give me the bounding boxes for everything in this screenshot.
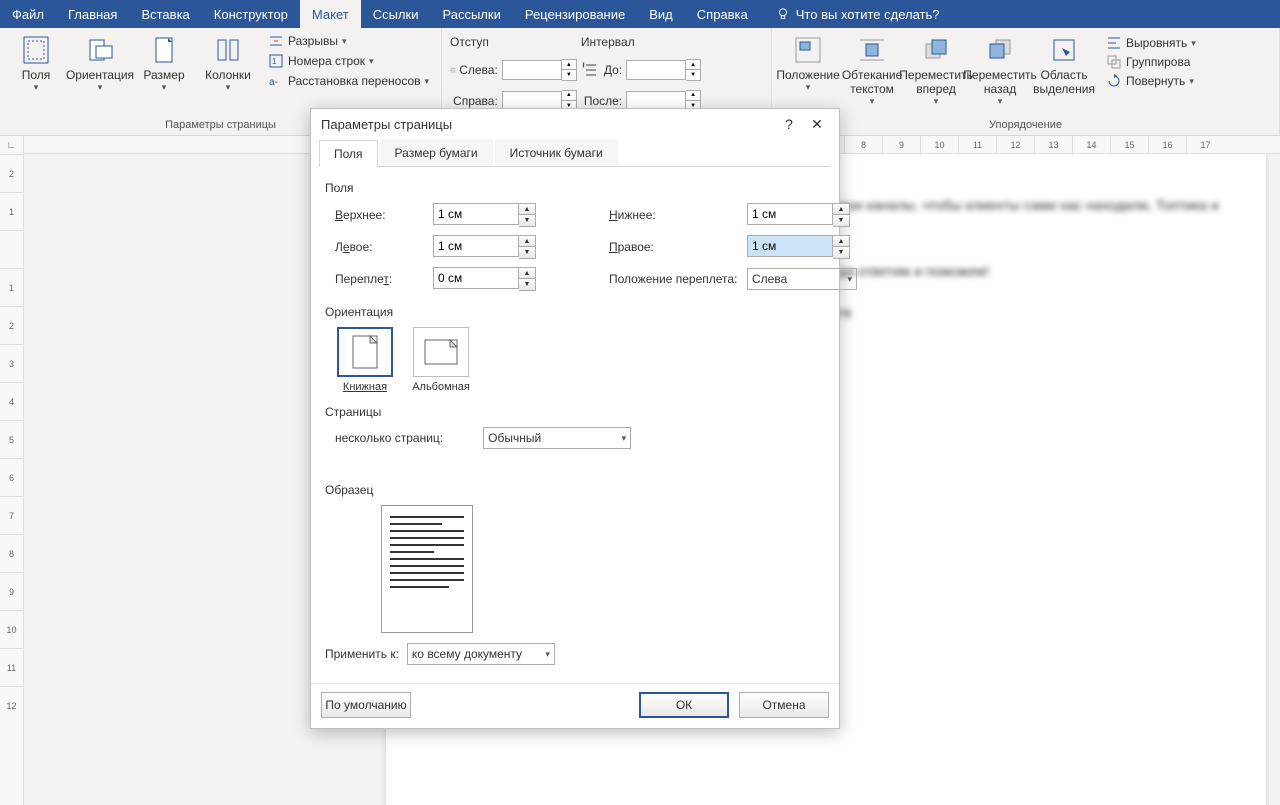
align-icon	[1106, 35, 1122, 51]
arrange-label: Упорядочение	[778, 117, 1273, 135]
bring-forward-button[interactable]: Переместить вперед▾	[906, 30, 966, 117]
landscape-icon	[424, 339, 458, 365]
tab-review[interactable]: Рецензирование	[513, 0, 637, 28]
selection-pane-icon	[1048, 34, 1080, 66]
breaks-icon	[268, 33, 284, 49]
dialog-tab-margins[interactable]: Поля	[319, 140, 378, 167]
tab-help[interactable]: Справка	[685, 0, 760, 28]
margin-bottom-input[interactable]: ▲▼	[747, 203, 867, 227]
align-button[interactable]: Выровнять ▾	[1104, 34, 1198, 52]
tab-references[interactable]: Ссылки	[361, 0, 431, 28]
dialog-title: Параметры страницы	[321, 117, 775, 132]
spacing-header: Интервал	[581, 35, 701, 51]
indent-left-icon	[450, 67, 456, 73]
gutter-input[interactable]: ▲▼	[433, 267, 553, 291]
gutter-label: Переплет:	[335, 272, 425, 286]
ruler-corner: ∟	[0, 136, 24, 154]
dialog-tab-source[interactable]: Источник бумаги	[495, 139, 618, 166]
rotate-button[interactable]: Повернуть ▾	[1104, 72, 1198, 90]
tab-design[interactable]: Конструктор	[202, 0, 300, 28]
spacing-before-input[interactable]: ▲▼	[626, 59, 701, 81]
spacing-before-icon	[581, 60, 601, 80]
tellme[interactable]: Что вы хотите сделать?	[760, 7, 940, 22]
tab-insert[interactable]: Вставка	[129, 0, 201, 28]
breaks-button[interactable]: Разрывы ▾	[264, 32, 433, 50]
indent-left-input[interactable]: ▲▼	[502, 59, 577, 81]
margins-icon	[20, 34, 52, 66]
section-pages: Страницы	[325, 405, 825, 419]
size-icon	[148, 34, 180, 66]
indent-right-label: Справа:	[450, 94, 498, 108]
orientation-button[interactable]: Ориентация▾	[70, 30, 130, 117]
svg-text:1: 1	[272, 57, 277, 66]
dialog-tab-paper[interactable]: Размер бумаги	[380, 139, 493, 166]
svg-text:a-: a-	[269, 77, 278, 88]
gutter-position-select[interactable]: Слева▾	[747, 268, 857, 290]
position-button[interactable]: Положение▾	[778, 30, 838, 117]
tab-layout[interactable]: Макет	[300, 0, 361, 28]
tab-home[interactable]: Главная	[56, 0, 129, 28]
menu-bar: Файл Главная Вставка Конструктор Макет С…	[0, 0, 1280, 28]
hyphenation-icon: a-	[268, 73, 284, 89]
indent-left-label: Слева:	[450, 63, 498, 77]
line-numbers-icon: 1	[268, 53, 284, 69]
bring-forward-icon	[920, 34, 952, 66]
lightbulb-icon	[776, 7, 790, 21]
send-backward-button[interactable]: Переместить назад▾	[970, 30, 1030, 117]
margin-right-input[interactable]: ▲▼	[747, 235, 867, 259]
tab-mailings[interactable]: Рассылки	[430, 0, 512, 28]
page-setup-dialog: Параметры страницы ? ✕ Поля Размер бумаг…	[310, 108, 840, 729]
section-margins: Поля	[325, 181, 825, 195]
tab-view[interactable]: Вид	[637, 0, 685, 28]
selection-pane-button[interactable]: Область выделения	[1034, 30, 1094, 117]
orientation-icon	[84, 34, 116, 66]
orientation-portrait[interactable]: Книжная	[335, 327, 395, 393]
margin-top-label: Верхнее:	[335, 208, 425, 222]
tellme-text: Что вы хотите сделать?	[796, 7, 940, 22]
size-button[interactable]: Размер▾	[134, 30, 194, 117]
set-default-button[interactable]: По умолчанию	[321, 692, 411, 718]
margin-left-input[interactable]: ▲▼	[433, 235, 553, 259]
section-sample: Образец	[325, 483, 825, 497]
wrap-text-button[interactable]: Обтекание текстом▾	[842, 30, 902, 117]
cancel-button[interactable]: Отмена	[739, 692, 829, 718]
margin-right-label: Правое:	[609, 240, 739, 254]
dialog-close-button[interactable]: ✕	[803, 112, 831, 136]
section-orientation: Ориентация	[325, 305, 825, 319]
rotate-icon	[1106, 73, 1122, 89]
margin-left-label: Левое:	[335, 240, 425, 254]
margin-bottom-label: Нижнее:	[609, 208, 739, 222]
vertical-ruler[interactable]: 2 1 1 2 3 4 5 6 7 8 9 10 11 12	[0, 154, 24, 805]
page-preview	[381, 505, 473, 633]
send-backward-icon	[984, 34, 1016, 66]
spacing-after-label: После:	[581, 94, 622, 108]
columns-icon	[212, 34, 244, 66]
apply-to-label: Применить к:	[325, 647, 399, 661]
tab-file[interactable]: Файл	[0, 0, 56, 28]
multi-pages-select[interactable]: Обычный▾	[483, 427, 631, 449]
dialog-help-button[interactable]: ?	[775, 112, 803, 136]
multi-pages-label: несколько страниц:	[335, 431, 443, 445]
spacing-before-label: До:	[581, 60, 622, 80]
group-button[interactable]: Группирова	[1104, 53, 1198, 71]
apply-to-select[interactable]: ко всему документу▾	[407, 643, 555, 665]
portrait-icon	[352, 335, 378, 369]
orientation-landscape[interactable]: Альбомная	[411, 327, 471, 393]
indent-header: Отступ	[450, 35, 577, 51]
ok-button[interactable]: ОК	[639, 692, 729, 718]
margins-button[interactable]: Поля▾	[6, 30, 66, 117]
group-icon	[1106, 54, 1122, 70]
line-numbers-button[interactable]: 1Номера строк ▾	[264, 52, 433, 70]
columns-button[interactable]: Колонки▾	[198, 30, 258, 117]
wrap-icon	[856, 34, 888, 66]
position-icon	[792, 34, 824, 66]
gutter-position-label: Положение переплета:	[609, 272, 739, 286]
hyphenation-button[interactable]: a-Расстановка переносов ▾	[264, 72, 433, 90]
margin-top-input[interactable]: ▲▼	[433, 203, 553, 227]
